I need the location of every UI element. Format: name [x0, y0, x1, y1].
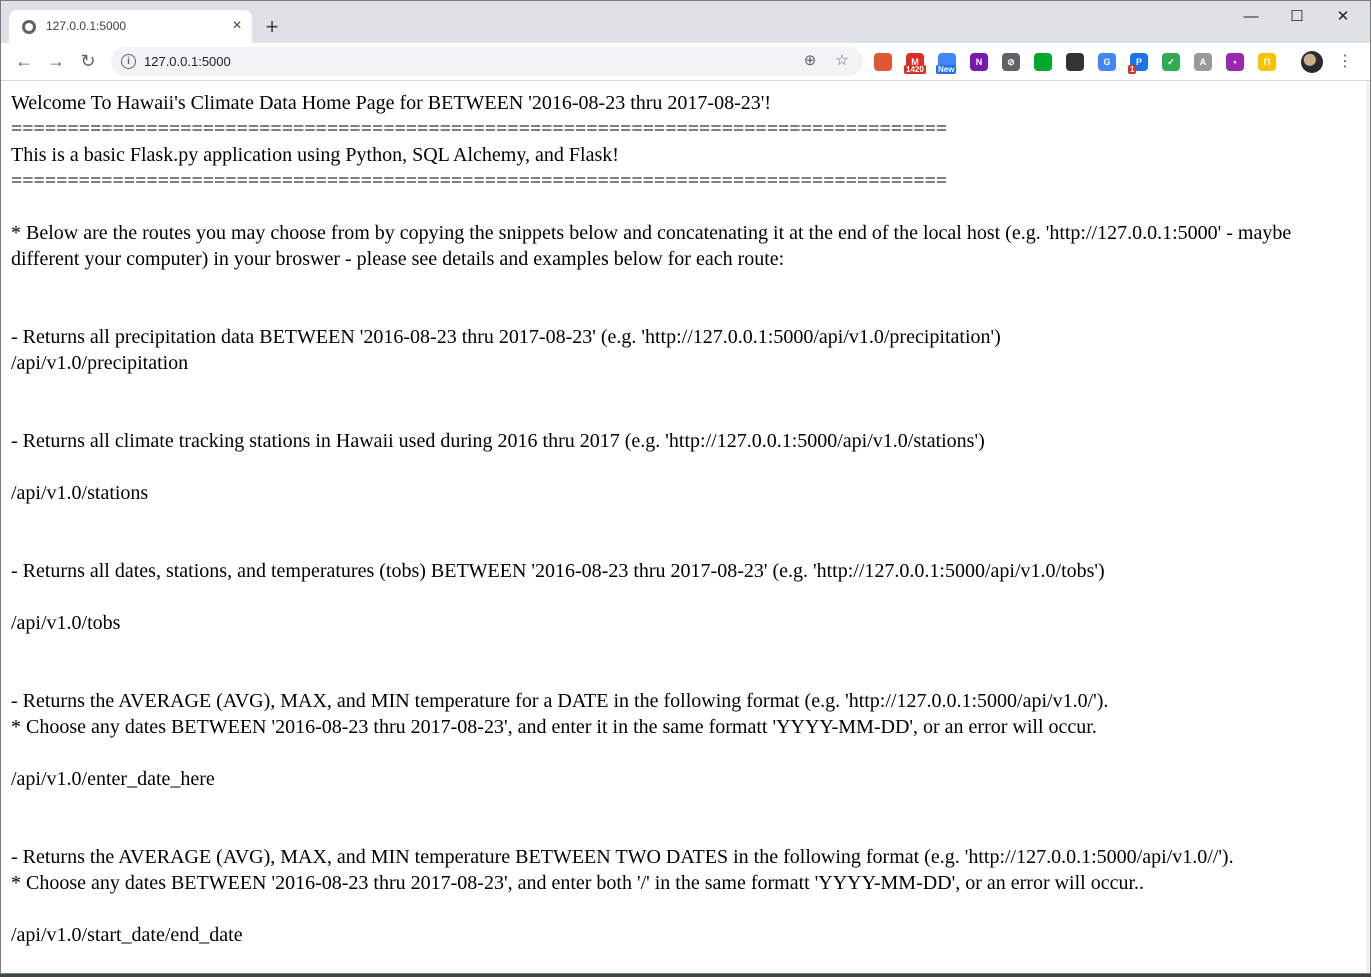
- welcome-heading: Welcome To Hawaii's Climate Data Home Pa…: [11, 92, 772, 114]
- forward-arrow-icon[interactable]: →: [45, 50, 67, 72]
- duckduckgo-icon[interactable]: [874, 53, 892, 71]
- chrome-extension-new-icon[interactable]: New: [936, 53, 957, 74]
- extension-badge: New: [936, 65, 957, 74]
- evernote-icon[interactable]: [1034, 53, 1052, 71]
- minimize-button[interactable]: —: [1231, 7, 1271, 27]
- browser-window: 127.0.0.1:5000 × + — ☐ ✕ ← → ↻ i 127.0.0…: [0, 0, 1371, 974]
- purple-extension-icon[interactable]: •: [1226, 53, 1244, 71]
- stations-route-desc: - Returns all climate tracking stations …: [11, 430, 985, 452]
- range-route-note: * Choose any dates BETWEEN '2016-08-23 t…: [11, 872, 1145, 894]
- date-route-desc: - Returns the AVERAGE (AVG), MAX, and MI…: [11, 690, 1109, 712]
- globe-icon: [22, 20, 36, 34]
- date-route-note: * Choose any dates BETWEEN '2016-08-23 t…: [11, 716, 1097, 738]
- separator-line: ========================================…: [11, 118, 948, 140]
- pdf-icon[interactable]: A: [1194, 53, 1212, 71]
- scrollbar[interactable]: [1366, 81, 1370, 973]
- extension-badge: 1420: [904, 65, 926, 74]
- reload-icon[interactable]: ↻: [77, 50, 99, 72]
- site-info-icon[interactable]: i: [121, 54, 136, 69]
- shades-icon[interactable]: [1066, 53, 1084, 71]
- intro-text: This is a basic Flask.py application usi…: [11, 144, 619, 166]
- extension-badge: 1: [1128, 65, 1137, 74]
- zoom-icon[interactable]: ⊕: [801, 52, 819, 70]
- profile-avatar[interactable]: [1301, 51, 1323, 73]
- stations-route-path: /api/v1.0/stations: [11, 482, 149, 504]
- bookmark-star-icon[interactable]: ☆: [833, 52, 851, 70]
- new-tab-button[interactable]: +: [261, 16, 283, 38]
- precipitation-route-path: /api/v1.0/precipitation: [11, 352, 189, 374]
- onenote-icon[interactable]: N: [970, 53, 988, 71]
- address-bar[interactable]: i 127.0.0.1:5000 ⊕ ☆: [111, 47, 863, 76]
- close-window-button[interactable]: ✕: [1323, 7, 1363, 27]
- block-icon[interactable]: ⊘: [1002, 53, 1020, 71]
- p-extension-icon[interactable]: P1: [1128, 53, 1148, 74]
- tab-strip: 127.0.0.1:5000 × + — ☐ ✕: [1, 1, 1370, 43]
- back-arrow-icon[interactable]: ←: [13, 50, 35, 72]
- url-text[interactable]: 127.0.0.1:5000: [144, 54, 231, 69]
- tobs-route-desc: - Returns all dates, stations, and tempe…: [11, 560, 1105, 582]
- tobs-route-path: /api/v1.0/tobs: [11, 612, 121, 634]
- tab-title: 127.0.0.1:5000: [46, 19, 127, 33]
- precipitation-route-desc: - Returns all precipitation data BETWEEN…: [11, 326, 1001, 348]
- google-translate-icon[interactable]: G: [1098, 53, 1116, 71]
- range-route-path: /api/v1.0/start_date/end_date: [11, 924, 243, 946]
- page-content: Welcome To Hawaii's Climate Data Home Pa…: [1, 81, 1366, 973]
- yellow-extension-icon[interactable]: П: [1258, 53, 1276, 71]
- maximize-button[interactable]: ☐: [1277, 7, 1317, 27]
- routes-intro-text: * Below are the routes you may choose fr…: [11, 222, 1292, 270]
- tab-close-icon[interactable]: ×: [228, 17, 246, 35]
- gmail-checker-icon[interactable]: M 1420: [904, 53, 926, 74]
- browser-toolbar: ← → ↻ i 127.0.0.1:5000 ⊕ ☆ M 1420 New N ⊘ G P 1…: [1, 43, 1370, 81]
- menu-kebab-icon[interactable]: ⋮: [1337, 51, 1353, 73]
- date-route-path: /api/v1.0/enter_date_here: [11, 768, 215, 790]
- range-route-desc: - Returns the AVERAGE (AVG), MAX, and MI…: [11, 846, 1234, 868]
- separator-line: ========================================…: [11, 170, 948, 192]
- browser-tab[interactable]: 127.0.0.1:5000 ×: [9, 10, 252, 43]
- shield-check-icon[interactable]: ✓: [1162, 53, 1180, 71]
